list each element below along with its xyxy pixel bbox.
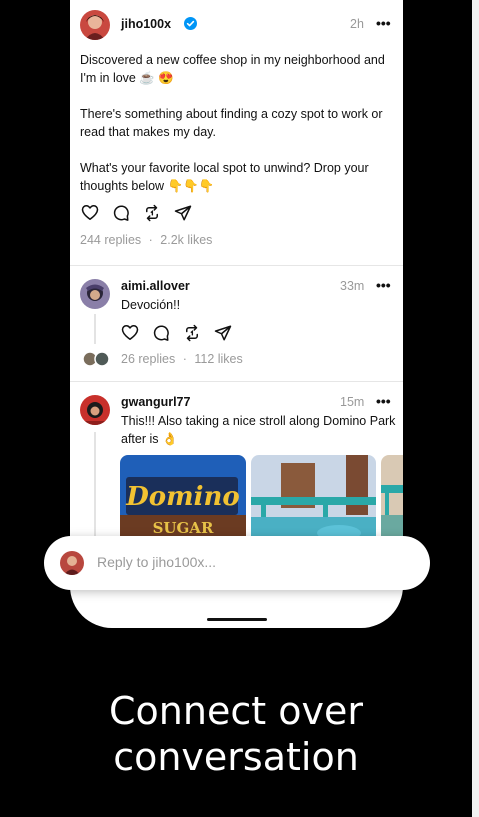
- stats-separator: ·: [148, 233, 153, 247]
- reply-timestamp: 33m: [340, 279, 365, 293]
- reply-composer[interactable]: Reply to jiho100x...: [44, 536, 430, 590]
- heart-icon[interactable]: [120, 323, 139, 342]
- post-actions: [80, 203, 192, 222]
- promo-headline: Connect over conversation: [0, 688, 472, 780]
- post-paragraph: What's your favorite local spot to unwin…: [80, 161, 369, 193]
- phone-frame: jiho100x 2h ••• Discovered a new coffee …: [70, 0, 403, 628]
- avatar[interactable]: [80, 395, 110, 425]
- post-photo[interactable]: [251, 455, 376, 540]
- likes-count[interactable]: 2.2k likes: [160, 233, 212, 247]
- more-icon[interactable]: •••: [376, 393, 391, 409]
- headline-line: conversation: [113, 735, 359, 779]
- likes-count[interactable]: 112 likes: [194, 352, 242, 366]
- photo-sign-bottom: SUGAR: [153, 519, 214, 537]
- reply-text: This!!! Also taking a nice stroll along …: [121, 414, 396, 446]
- avatar[interactable]: [80, 10, 110, 40]
- edge-strip: [472, 0, 479, 817]
- main-post: jiho100x 2h ••• Discovered a new coffee …: [70, 0, 403, 265]
- share-icon[interactable]: [173, 203, 192, 222]
- promo-screen: jiho100x 2h ••• Discovered a new coffee …: [0, 0, 472, 817]
- avatar[interactable]: [80, 279, 110, 309]
- reply-username[interactable]: aimi.allover: [121, 279, 190, 293]
- reply-text: Devoción!!: [121, 298, 181, 312]
- repost-icon[interactable]: [142, 203, 161, 222]
- reply-stats: 26 replies · 112 likes: [121, 352, 243, 366]
- post-timestamp: 2h: [350, 17, 364, 31]
- avatar: [60, 551, 84, 575]
- replies-count[interactable]: 26 replies: [121, 352, 175, 366]
- thread-line: [94, 432, 96, 540]
- reply-username[interactable]: gwangurl77: [121, 395, 190, 409]
- comment-icon[interactable]: [111, 203, 130, 222]
- repost-icon[interactable]: [182, 323, 201, 342]
- reply-post: aimi.allover 33m ••• Devoción!! 26 repli…: [70, 266, 403, 381]
- replier-avatars: [82, 351, 112, 367]
- post-paragraph: Discovered a new coffee shop in my neigh…: [80, 53, 385, 85]
- replies-count[interactable]: 244 replies: [80, 233, 141, 247]
- home-indicator: [207, 618, 267, 621]
- verified-badge-icon: [184, 17, 197, 35]
- more-icon[interactable]: •••: [376, 277, 391, 293]
- post-photo[interactable]: Domino SUGAR: [120, 455, 246, 540]
- post-stats: 244 replies · 2.2k likes: [80, 233, 212, 247]
- thread-feed: jiho100x 2h ••• Discovered a new coffee …: [70, 0, 403, 540]
- reply-input[interactable]: Reply to jiho100x...: [97, 554, 216, 570]
- reply-actions: [120, 323, 232, 342]
- comment-icon[interactable]: [151, 323, 170, 342]
- post-photo[interactable]: [381, 455, 403, 540]
- photo-sign-top: Domino: [125, 482, 240, 512]
- share-icon[interactable]: [213, 323, 232, 342]
- heart-icon[interactable]: [80, 203, 99, 222]
- post-username[interactable]: jiho100x: [121, 17, 171, 31]
- stats-separator: ·: [182, 352, 187, 366]
- more-icon[interactable]: •••: [376, 15, 391, 31]
- headline-line: Connect over: [109, 689, 363, 733]
- post-paragraph: There's something about finding a cozy s…: [80, 107, 383, 139]
- thread-line: [94, 314, 96, 344]
- reply-timestamp: 15m: [340, 395, 365, 409]
